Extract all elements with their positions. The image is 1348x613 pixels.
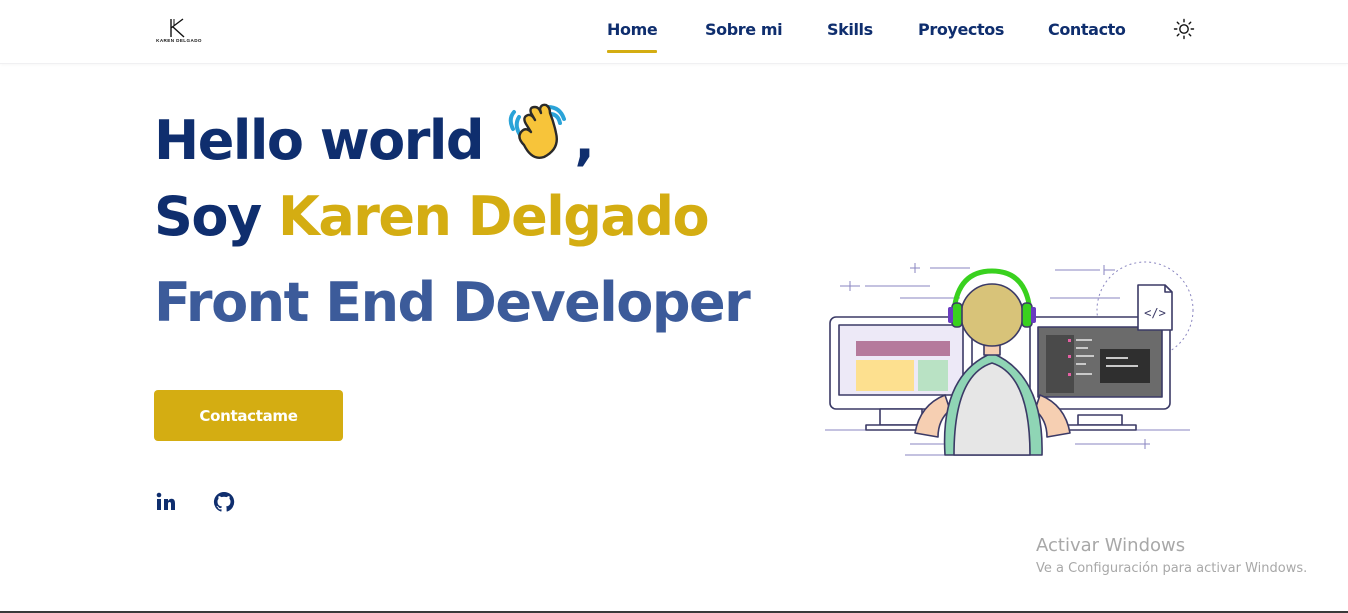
- greeting-comma: ,: [574, 109, 595, 172]
- windows-watermark-title: Activar Windows: [1036, 535, 1186, 556]
- logo-k-icon: [170, 18, 185, 38]
- logo[interactable]: KAREN DELGADO: [156, 17, 202, 47]
- navbar: KAREN DELGADO Home Sobre mi Skills Proye…: [0, 0, 1348, 64]
- logo-text: KAREN DELGADO: [156, 38, 202, 43]
- hero-name-line: Soy Karen Delgado: [154, 185, 710, 248]
- sun-icon: [1173, 18, 1195, 40]
- hero-role: Front End Developer: [154, 271, 751, 334]
- name-prefix: Soy: [154, 185, 262, 248]
- nav-skills[interactable]: Skills: [827, 20, 873, 39]
- github-link[interactable]: [212, 490, 236, 514]
- hero-greeting: Hello world ,: [154, 99, 595, 172]
- code-symbol: </>: [1144, 306, 1166, 320]
- nav-proyectos[interactable]: Proyectos: [918, 20, 1004, 39]
- windows-watermark-subtitle: Ve a Configuración para activar Windows.: [1036, 561, 1308, 576]
- nav-contacto[interactable]: Contacto: [1048, 20, 1126, 39]
- theme-toggle[interactable]: [1173, 18, 1195, 40]
- hero-name: Karen Delgado: [278, 185, 710, 248]
- github-icon: [213, 491, 235, 512]
- linkedin-icon: [156, 492, 175, 510]
- developer-at-desk-icon: </>: [825, 261, 1194, 456]
- contact-button[interactable]: Contactame: [154, 390, 343, 441]
- linkedin-link[interactable]: [154, 490, 178, 514]
- nav-sobre-mi[interactable]: Sobre mi: [705, 20, 783, 39]
- nav-home[interactable]: Home: [607, 20, 658, 53]
- greeting-text: Hello world: [154, 109, 485, 172]
- waving-hand-icon: [509, 103, 567, 159]
